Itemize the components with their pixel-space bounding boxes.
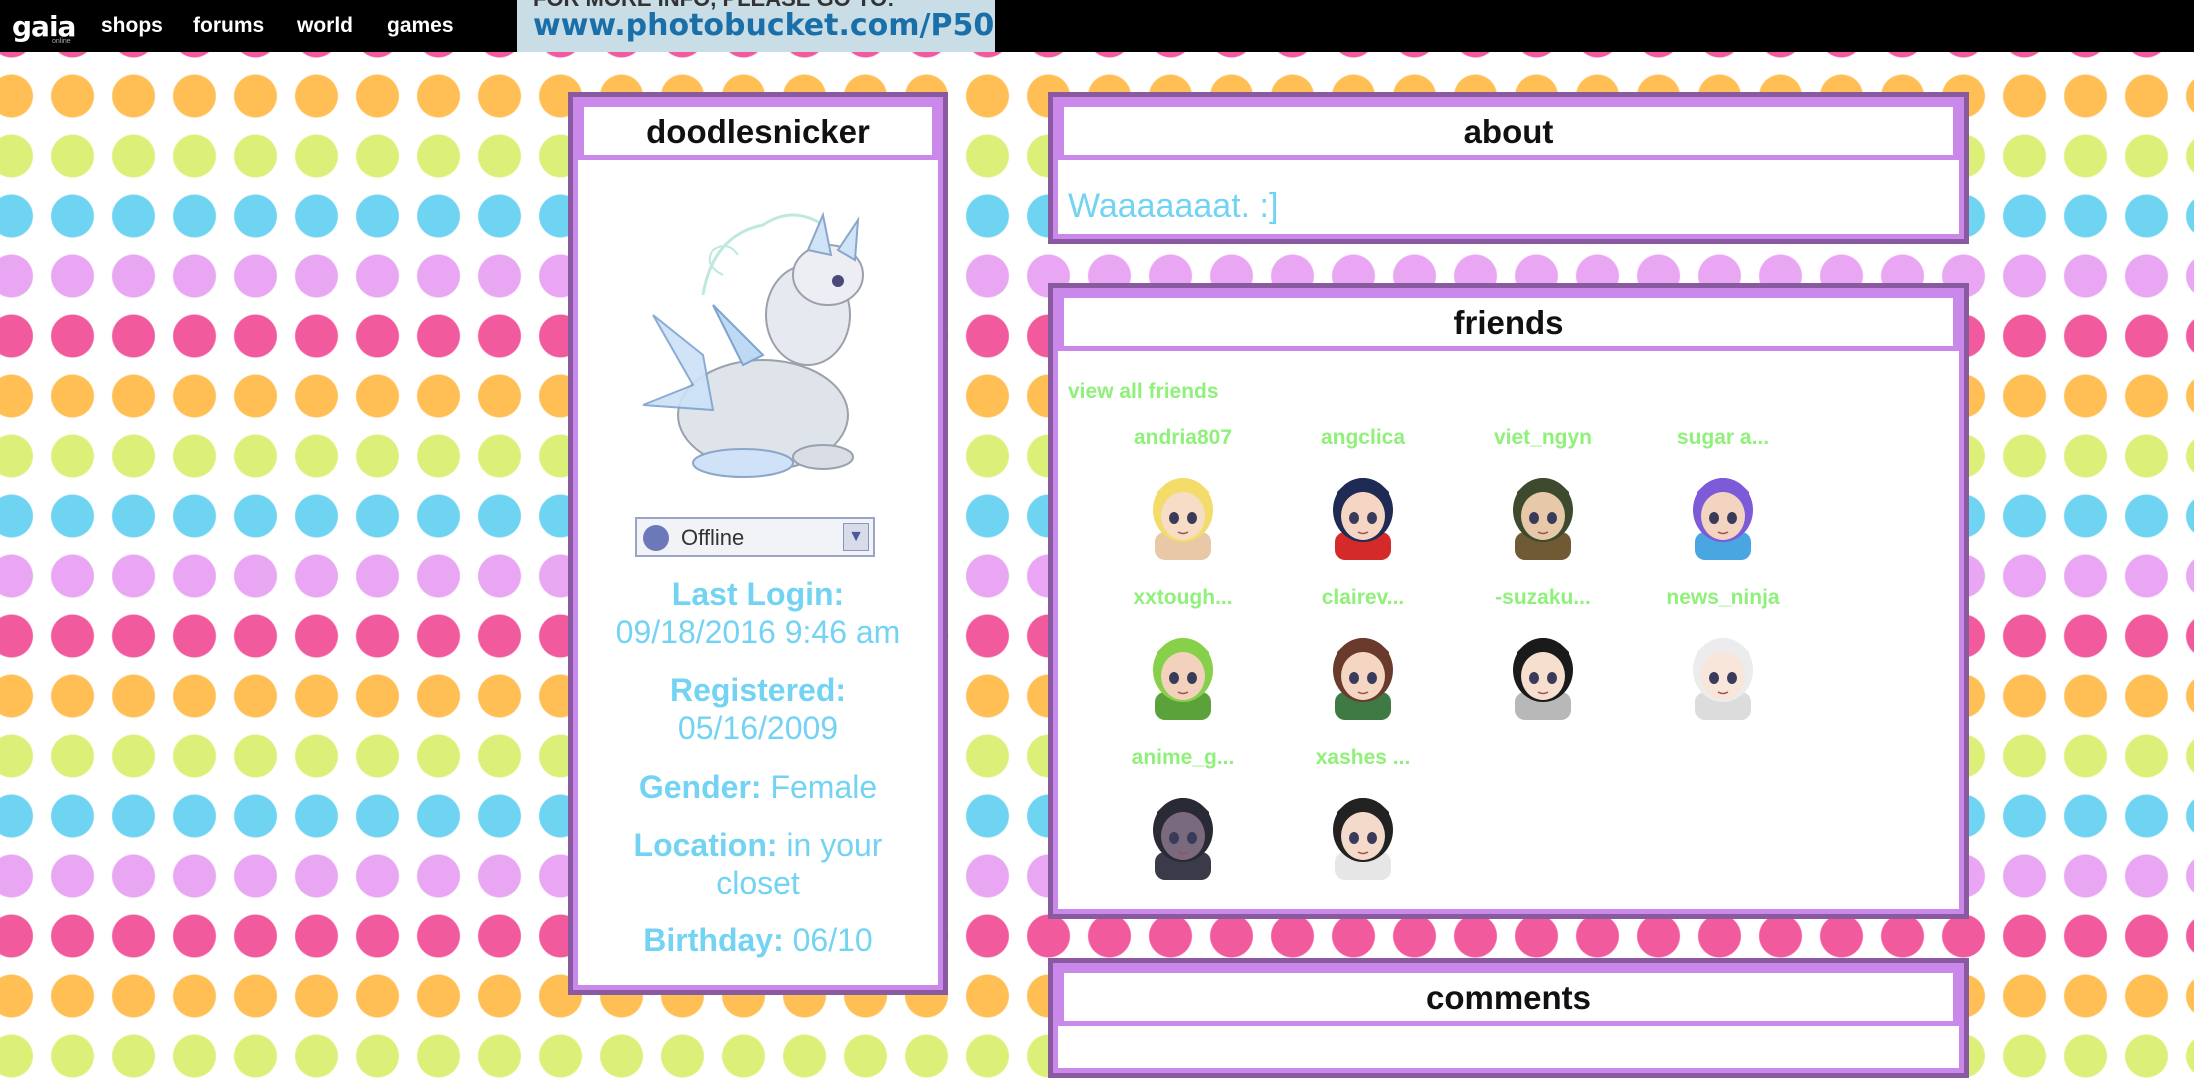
username: doodlesnicker [578, 107, 938, 155]
status-value: Offline [681, 525, 745, 550]
top-nav-bar: gaia online shops forums world games FOR… [0, 0, 2194, 52]
friend-avatar[interactable] [1133, 462, 1233, 560]
nav-forums[interactable]: forums [193, 14, 264, 38]
nav-games[interactable]: games [387, 14, 454, 38]
comments-header: comments [1058, 968, 1959, 1026]
birthday-block: Birthday: 06/10 [573, 921, 943, 959]
friend-avatar[interactable] [1133, 782, 1233, 880]
friend-avatar[interactable] [1673, 622, 1773, 720]
view-all-friends-link[interactable]: view all friends [1068, 380, 1219, 404]
profile-panel: doodlesnicker Offline ▼ Last Login: 09/1… [568, 92, 948, 995]
birthday-value: 06/10 [792, 922, 873, 958]
dragon-avatar-image [642, 211, 864, 478]
friend-avatar[interactable] [1673, 462, 1773, 560]
chevron-down-icon[interactable]: ▼ [843, 523, 869, 551]
friend-name[interactable]: viet_ngyn [1463, 426, 1623, 450]
comments-title: comments [1058, 973, 1959, 1021]
friend-avatar[interactable] [1493, 462, 1593, 560]
gaia-logo-subtext: online [52, 38, 71, 45]
last-login-block: Last Login: 09/18/2016 9:46 am [573, 575, 943, 651]
friend-name[interactable]: sugar a... [1643, 426, 1803, 450]
photobucket-banner[interactable]: FOR MORE INFO, PLEASE GO TO: www.photobu… [517, 0, 995, 52]
friends-header: friends [1058, 293, 1959, 351]
registered-label: Registered: [669, 672, 847, 708]
about-header: about [1058, 102, 1959, 160]
friend-name[interactable]: xxtough... [1103, 586, 1263, 610]
gender-label: Gender: [638, 769, 762, 805]
last-login-label: Last Login: [671, 576, 845, 612]
friend-name[interactable]: andria807 [1103, 426, 1263, 450]
friend-avatar[interactable] [1313, 462, 1413, 560]
about-panel: about Waaaaaaat. :] [1048, 92, 1969, 244]
banner-url: www.photobucket.com/P500 [533, 8, 995, 43]
gender-block: Gender: Female [573, 768, 943, 806]
gender-value: Female [770, 769, 878, 805]
offline-status-icon [643, 525, 669, 551]
nav-shops[interactable]: shops [101, 14, 163, 38]
friends-title: friends [1058, 298, 1959, 346]
about-text: Waaaaaaat. :] [1068, 187, 1279, 225]
friend-avatar[interactable] [1133, 622, 1233, 720]
comments-panel: comments [1048, 958, 1969, 1078]
friend-name[interactable]: anime_g... [1103, 746, 1263, 770]
location-label: Location: [633, 827, 778, 863]
friend-name[interactable]: clairev... [1283, 586, 1443, 610]
friend-name[interactable]: xashes ... [1283, 746, 1443, 770]
registered-value: 05/16/2009 [677, 710, 839, 746]
location-block: Location: in your closet [573, 826, 943, 902]
profile-username-header: doodlesnicker [578, 102, 938, 160]
birthday-label: Birthday: [643, 922, 784, 958]
friend-avatar[interactable] [1313, 622, 1413, 720]
friend-name[interactable]: -suzaku... [1463, 586, 1623, 610]
status-dropdown[interactable]: Offline ▼ [635, 517, 875, 557]
friend-name[interactable]: angclica [1283, 426, 1443, 450]
nav-world[interactable]: world [297, 14, 353, 38]
friend-avatar[interactable] [1493, 622, 1593, 720]
last-login-value: 09/18/2016 9:46 am [615, 614, 901, 650]
friend-name[interactable]: news_ninja [1643, 586, 1803, 610]
friend-avatar[interactable] [1313, 782, 1413, 880]
friends-panel: friends view all friends andria807 angcli… [1048, 283, 1969, 919]
about-title: about [1058, 107, 1959, 155]
registered-block: Registered: 05/16/2009 [573, 671, 943, 747]
